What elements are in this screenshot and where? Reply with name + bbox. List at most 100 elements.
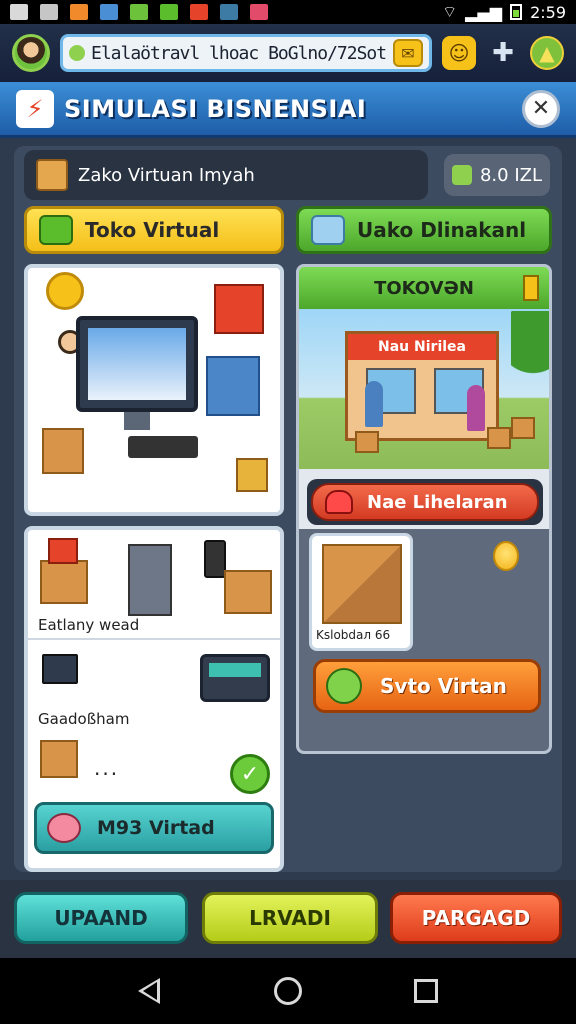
butterfly-icon	[190, 4, 208, 20]
tree-image	[511, 311, 549, 421]
package-image	[42, 428, 84, 474]
shop-icon	[214, 284, 264, 334]
customer-figure	[365, 381, 383, 427]
system-nav-bar	[0, 958, 576, 1024]
image-icon	[40, 4, 58, 20]
package-image	[40, 560, 88, 604]
top-bar: Elalaötravl lhoac BoGlno/72Sot ✉ ☺ ✚ ▲	[0, 24, 576, 82]
monitor-stand	[124, 412, 150, 430]
address-bar[interactable]: Elalaötravl lhoac BoGlno/72Sot ✉	[60, 34, 432, 72]
package-image	[511, 417, 535, 439]
mail-icon[interactable]: ✉	[393, 39, 423, 67]
game-icon	[70, 4, 88, 20]
main-area: Zako Virtuan Imyah 8.0 IZL Toko Virtual …	[0, 138, 576, 880]
smiley-icon[interactable]: ☺	[442, 36, 476, 70]
back-icon[interactable]	[138, 978, 160, 1004]
bookmark-icon[interactable]	[523, 275, 539, 301]
balance-value: 8.0 IZL	[479, 164, 542, 186]
upgrade-button[interactable]: UPAAND	[14, 892, 188, 944]
server-rack-image	[128, 544, 172, 616]
status-bar: ⌔ ▂▄▆ 2:59	[0, 0, 576, 24]
coin-icon	[493, 541, 519, 571]
money-icon	[451, 165, 472, 185]
status-right: ⌔ ▂▄▆ 2:59	[442, 2, 566, 22]
shopper-figure	[467, 385, 485, 431]
tab-physical-store[interactable]: Uako Dlinakanl	[296, 206, 552, 254]
stock-thumbnail[interactable]: Kslobdaл 66	[309, 533, 413, 651]
inventory-card: Eatlany wead Gaadoßham ... ✓ M93 Virtad	[24, 526, 284, 872]
signal-icon: ▂▄▆	[465, 2, 503, 22]
virtual-goods-label: M93 Virtad	[97, 817, 215, 839]
buy-store-label: Nae Lihelaran	[367, 491, 508, 513]
package-image	[224, 570, 272, 614]
box-icon	[36, 159, 68, 191]
package-image	[487, 427, 511, 449]
chat-icon	[46, 272, 84, 310]
stock-label: Kslobdaл 66	[316, 628, 391, 642]
store-sign: Nau Nirilea	[348, 334, 496, 360]
right-action-button[interactable]: PARGAGD	[390, 892, 562, 944]
virtual-store-button[interactable]: Svto Virtan	[313, 659, 541, 713]
store-tag-icon	[39, 215, 73, 245]
close-button[interactable]: ✕	[522, 89, 560, 128]
tools-icon	[311, 215, 345, 245]
home-icon[interactable]	[274, 977, 302, 1005]
store-lower-area: Kslobdaл 66 Svto Virtan	[299, 529, 549, 751]
more-indicator: ...	[94, 756, 120, 780]
main-panel: Zako Virtuan Imyah 8.0 IZL Toko Virtual …	[14, 146, 562, 872]
package-image	[236, 458, 268, 492]
page-title: SIMULASI BISNENSIAI	[64, 94, 367, 123]
keyboard-image	[128, 436, 198, 458]
buy-store-button[interactable]: Nae Lihelaran	[307, 479, 543, 525]
status-icons	[10, 4, 268, 20]
virtual-store-label: Svto Virtan	[380, 674, 507, 698]
note-icon	[130, 4, 148, 20]
check-icon[interactable]: ✓	[230, 754, 270, 794]
title-bar: ⚡ SIMULASI BISNENSIAI ✕	[0, 82, 576, 138]
tag-icon	[326, 668, 362, 704]
buy-store-button-face: Nae Lihelaran	[311, 483, 539, 521]
tab-label: Uako Dlinakanl	[357, 218, 527, 242]
app-icon	[100, 4, 118, 20]
physical-store-card: TOKOVƏN Nau Nirilea Nae Lihelaran Kslobd…	[296, 264, 552, 754]
avatar[interactable]	[12, 34, 50, 72]
wifi-icon: ⌔	[442, 2, 458, 21]
gift-image	[48, 538, 78, 564]
tab-virtual-store[interactable]: Toko Virtual	[24, 206, 284, 254]
virtual-goods-button[interactable]: M93 Virtad	[34, 802, 274, 854]
server-image	[206, 356, 260, 416]
inventory-row-products[interactable]: Eatlany wead	[28, 530, 280, 640]
notification-icon	[10, 4, 28, 20]
boxes-image	[322, 544, 402, 624]
tab-label: Toko Virtual	[85, 218, 220, 242]
cash-register-image	[200, 654, 270, 702]
store-card-title: TOKOVƏN	[374, 277, 474, 299]
message-icon	[160, 4, 178, 20]
shop-name-field[interactable]: Zako Virtuan Imyah	[24, 150, 428, 200]
puzzle-app-icon	[220, 4, 238, 20]
heart-icon	[325, 490, 353, 514]
location-pin-icon	[69, 45, 85, 61]
package-image	[40, 740, 78, 778]
storefront-scene: Nau Nirilea	[299, 309, 549, 469]
action-bar: UPAAND LRVADI PARGAGD	[0, 880, 576, 958]
middle-action-button[interactable]: LRVADI	[202, 892, 378, 944]
package-image	[355, 431, 379, 453]
battery-icon	[510, 4, 523, 20]
laptop-icon	[42, 654, 78, 684]
computer-monitor-image	[76, 316, 198, 412]
balance-badge: 8.0 IZL	[444, 154, 550, 196]
phone-image	[204, 540, 226, 578]
store-card-header: TOKOVƏN	[299, 267, 549, 309]
shop-name: Zako Virtuan Imyah	[78, 164, 255, 186]
online-store-illustration	[24, 264, 284, 516]
clock: 2:59	[530, 2, 566, 22]
business-logo-icon: ⚡	[16, 89, 54, 128]
recents-icon[interactable]	[414, 979, 438, 1003]
puzzle-icon[interactable]: ✚	[486, 36, 520, 70]
equipment-label: Gaadoßham	[38, 710, 130, 728]
heart-app-icon	[250, 4, 268, 20]
level-up-icon[interactable]: ▲	[530, 36, 564, 70]
address-text: Elalaötravl lhoac BoGlno/72Sot	[91, 42, 387, 64]
products-label: Eatlany wead	[38, 616, 140, 634]
